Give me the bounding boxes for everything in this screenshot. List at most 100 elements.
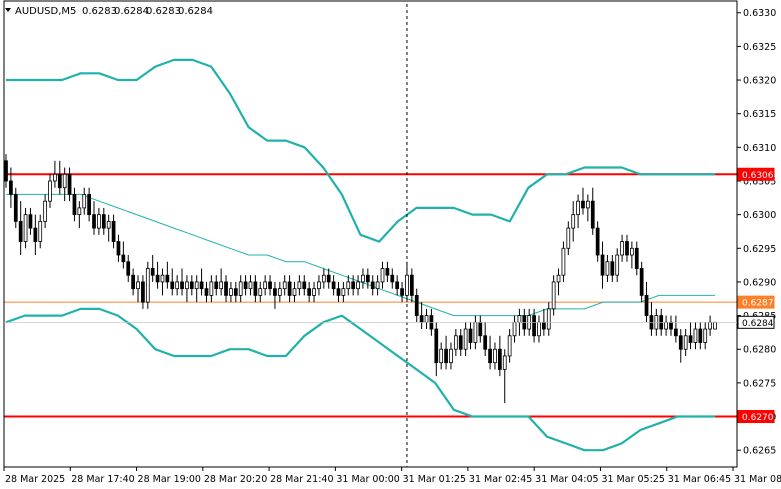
candle — [693, 322, 698, 350]
candle-body — [199, 281, 204, 290]
candle-body — [238, 281, 243, 296]
candle — [678, 329, 683, 363]
candle-body — [126, 261, 131, 276]
candle-body — [97, 214, 101, 229]
ohlc-high: 0.6284 — [114, 6, 149, 17]
candle — [351, 275, 356, 296]
candle-body — [434, 328, 439, 364]
candle-body — [600, 254, 605, 276]
candle-body — [13, 194, 18, 222]
candle — [33, 214, 38, 256]
candle-body — [561, 247, 566, 276]
x-tick-label: 31 Mar 04:05 — [535, 474, 598, 485]
candle-body — [512, 321, 517, 337]
candle-body — [321, 274, 326, 283]
candle-body — [185, 281, 189, 290]
candle-body — [189, 281, 194, 290]
symbol-menu-triangle-icon[interactable] — [5, 8, 11, 12]
current-price-tag: 0.6284 — [737, 315, 775, 329]
candle — [131, 268, 135, 296]
candle — [82, 187, 87, 215]
candle-body — [72, 194, 77, 216]
candle-body — [517, 315, 522, 323]
candle — [576, 194, 580, 229]
y-tick-label: 0.6295 — [743, 244, 776, 255]
candle-body — [287, 281, 292, 296]
x-tick-label: 28 Mar 2025 — [5, 474, 65, 485]
candle-body — [463, 328, 468, 350]
candle — [57, 160, 62, 195]
price-levels — [4, 173, 737, 418]
candle-body — [292, 288, 297, 296]
x-tick-label: 31 Mar 01:25 — [403, 474, 466, 485]
candle-body — [361, 274, 365, 283]
candle — [483, 322, 488, 356]
candle-body — [409, 274, 414, 296]
candle — [160, 268, 165, 296]
y-tick-label: 0.6275 — [743, 378, 776, 389]
candle — [97, 207, 101, 235]
candle-body — [419, 315, 424, 323]
candle-body — [48, 180, 52, 202]
band-lower — [5, 307, 715, 452]
candle — [292, 281, 297, 303]
candle — [400, 281, 404, 303]
candle — [199, 268, 204, 296]
candle — [175, 275, 180, 296]
candle-body — [136, 281, 140, 290]
candle-body — [62, 173, 67, 189]
candle — [287, 275, 292, 303]
candle — [136, 275, 140, 303]
x-tick-label: 28 Mar 17:40 — [71, 474, 134, 485]
candle-body — [302, 281, 307, 290]
candle-body — [644, 294, 649, 316]
bollinger-bands — [5, 58, 715, 452]
candle-body — [370, 281, 375, 290]
candle — [233, 281, 238, 303]
candle-body — [111, 220, 116, 242]
candle — [395, 275, 400, 296]
candle — [713, 321, 717, 330]
x-tick-label: 31 Mar 06:45 — [668, 474, 731, 485]
candle — [488, 335, 492, 370]
candle-body — [620, 241, 624, 256]
level-tag-0-text: 0.6306 — [742, 171, 774, 181]
candle-body — [312, 288, 316, 296]
candle — [703, 322, 708, 350]
candle-body — [634, 247, 639, 269]
candle — [615, 248, 620, 282]
candle-body — [180, 281, 184, 290]
candle-body — [317, 281, 321, 290]
candle — [229, 281, 233, 303]
candle-body — [224, 281, 228, 296]
candle-body — [57, 173, 62, 189]
candle — [263, 275, 268, 296]
candle-body — [390, 274, 395, 283]
candle-body — [67, 173, 72, 195]
candlestick-chart: 0.63300.63250.63200.63150.63100.63050.63… — [3, 0, 781, 485]
candle — [326, 268, 331, 289]
candle-body — [669, 321, 673, 330]
candle — [356, 275, 360, 296]
x-tick-label: 28 Mar 21:40 — [270, 474, 333, 485]
candle-body — [414, 294, 419, 316]
candle-body — [155, 274, 160, 283]
candle — [92, 201, 96, 235]
candle-body — [268, 281, 272, 290]
candle-body — [87, 194, 91, 216]
price-axis: 0.63300.63250.63200.63150.63100.63050.63… — [737, 8, 776, 457]
candle-body — [693, 328, 698, 343]
candle — [419, 302, 424, 330]
candle-body — [341, 288, 346, 296]
candle-body — [331, 281, 336, 290]
candle-body — [33, 227, 38, 242]
candle-body — [145, 268, 150, 303]
candle-body — [307, 288, 312, 296]
x-tick-label: 28 Mar 20:20 — [204, 474, 267, 485]
candle-body — [229, 288, 233, 296]
candle — [194, 275, 199, 303]
candle — [625, 234, 629, 262]
candle — [458, 329, 463, 356]
candle — [268, 275, 272, 296]
candle — [649, 302, 654, 336]
